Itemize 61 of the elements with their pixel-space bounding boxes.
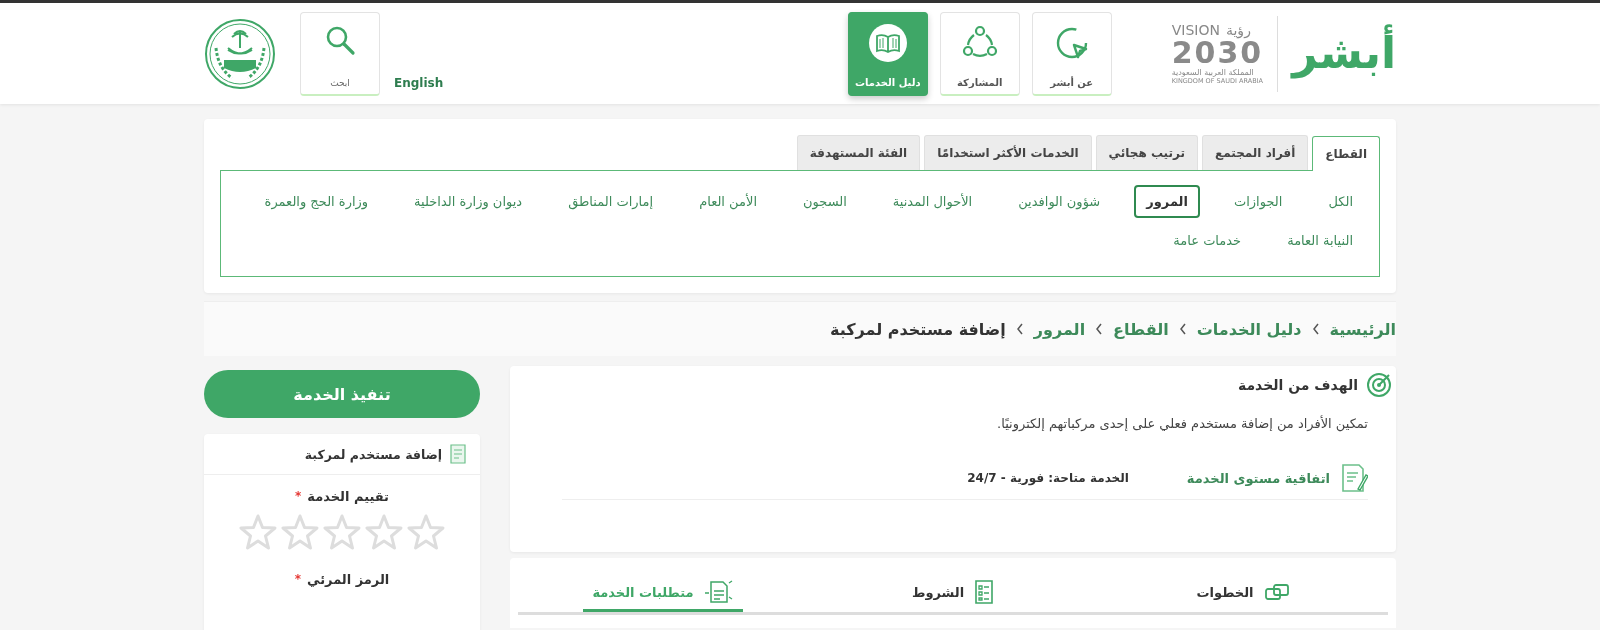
sla-label: اتفاقية مستوى الخدمة — [1186, 470, 1330, 486]
form-icon — [450, 444, 466, 464]
detail-tab[interactable]: الخطوات — [1098, 572, 1388, 615]
chevron-icon — [1178, 323, 1187, 335]
sector-link[interactable]: الجوازات — [1221, 185, 1295, 218]
sector-link[interactable]: شؤون الوافدين — [1006, 185, 1113, 218]
sector-link[interactable]: المرور — [1134, 185, 1200, 218]
breadcrumb-link[interactable]: دليل الخدمات — [1196, 319, 1302, 339]
chevron-icon — [1311, 323, 1320, 335]
field-label: تقييم الخدمة — [307, 489, 389, 504]
nav-card[interactable]: المشاركة — [939, 11, 1020, 96]
star-icon[interactable] — [239, 514, 277, 550]
category-tab[interactable]: أفراد المجتمع — [1202, 135, 1309, 170]
vision-arabic: رؤية — [1225, 22, 1251, 38]
target-icon — [1366, 372, 1392, 398]
sector-link[interactable]: خدمات عامة — [1161, 224, 1254, 257]
vision-year: 2030 — [1171, 38, 1264, 68]
breadcrumb-link[interactable]: الرئيسية — [1329, 319, 1396, 339]
vision-word: VISION — [1171, 22, 1220, 38]
emblem-icon — [204, 17, 276, 90]
language-link[interactable]: English — [394, 76, 444, 90]
detail-tab[interactable]: الشروط — [808, 572, 1098, 615]
sla-value: الخدمة متاحة: فورية - 24/7 — [967, 471, 1129, 485]
star-icon[interactable] — [323, 514, 361, 550]
breadcrumb-link[interactable]: المرور — [1033, 319, 1086, 339]
star-icon[interactable] — [281, 514, 319, 550]
breadcrumb-current: إضافة مستخدم لمركبة — [830, 319, 1006, 339]
card-title: إضافة مستخدم لمركبة — [304, 446, 442, 462]
sector-link[interactable]: الكل — [1316, 185, 1365, 218]
sector-link[interactable]: الأحوال المدنية — [880, 185, 985, 218]
category-tab[interactable]: ترتيب هجائي — [1095, 135, 1198, 170]
linked-squares-icon — [1263, 582, 1290, 602]
sector-link[interactable]: الأمن العام — [687, 185, 769, 218]
checklist-icon — [974, 579, 995, 605]
field-label: الرمز المرئي — [307, 572, 390, 587]
sector-link[interactable]: وزارة الحج والعمرة — [252, 185, 381, 218]
star-icon[interactable] — [365, 514, 403, 550]
brand-logo[interactable]: أبشر — [1277, 15, 1396, 92]
execute-service-button[interactable]: تنفيذ الخدمة — [204, 370, 480, 418]
sector-link[interactable]: النيابة العامة — [1275, 224, 1365, 257]
category-tab[interactable]: الخدمات الأكثر استخدامًا — [924, 135, 1092, 170]
document-list-icon — [703, 579, 734, 605]
required-mark: * — [294, 572, 301, 587]
chevron-icon — [1095, 323, 1104, 335]
book-icon — [867, 22, 908, 63]
search-button[interactable]: ابحث — [300, 11, 380, 96]
goal-description: تمكين الأفراد من إضافة مستخدم فعلي على إحدى مركباتهم إلكترونيًا. — [996, 416, 1368, 431]
sector-link[interactable]: إمارات المناطق — [556, 185, 666, 218]
document-pen-icon — [1340, 463, 1368, 493]
country-arabic: المملكة العربية السعودية — [1171, 68, 1254, 77]
required-mark: * — [295, 489, 302, 504]
chevron-icon — [1015, 323, 1024, 335]
star-icon[interactable] — [407, 514, 445, 550]
nav-card[interactable]: عن أبشر — [1031, 11, 1112, 96]
nav-card[interactable]: دليل الخدمات — [847, 11, 928, 96]
sector-link[interactable]: ديوان وزارة الداخلية — [402, 185, 535, 218]
breadcrumb-link[interactable]: القطاع — [1113, 319, 1169, 339]
category-tab[interactable]: الفئة المستهدفة — [796, 135, 921, 170]
sector-link[interactable]: السجون — [791, 185, 859, 218]
section-title: الهدف من الخدمة — [1237, 377, 1358, 393]
category-tab[interactable]: القطاع — [1312, 136, 1380, 171]
